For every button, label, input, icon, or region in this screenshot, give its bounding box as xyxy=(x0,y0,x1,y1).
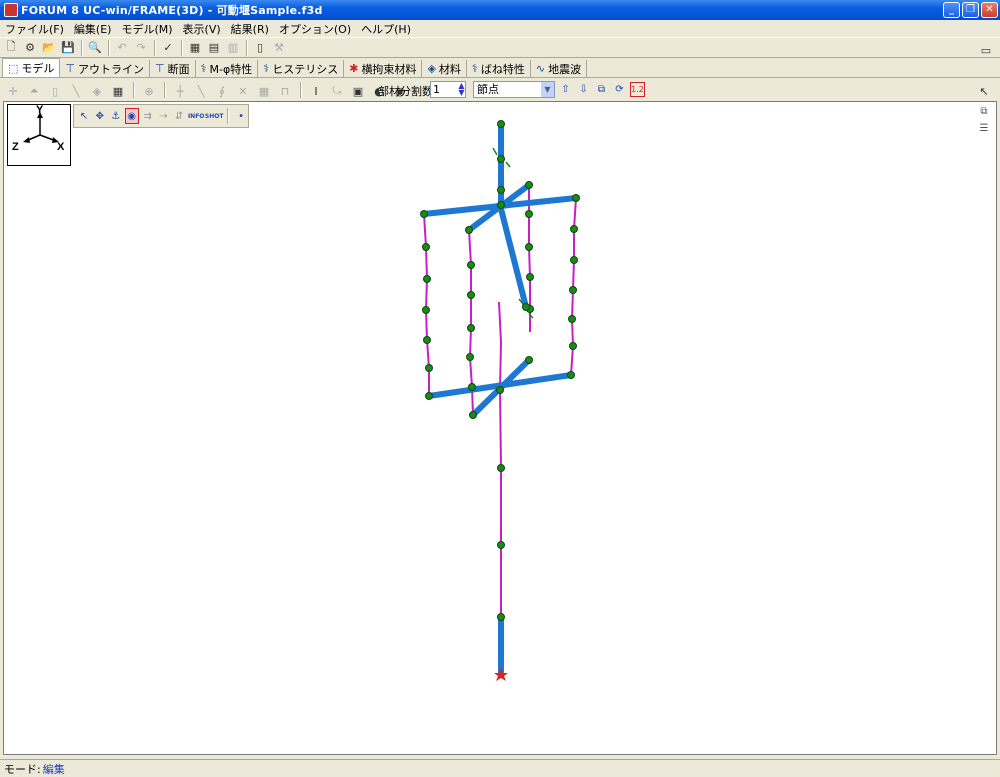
delete-icon[interactable]: ▯ xyxy=(46,82,64,100)
model-icon: ⬚ xyxy=(8,61,19,75)
model-toolbar: ✛ ⏶ ▯ ╲ ◈ ▦ ⊕ ┼ ╲ ∮ ✕ ▦ ⊓ I ⤿ ▣ ◐ ◉ 部材分割… xyxy=(0,79,1000,101)
add-node-icon[interactable]: ✛ xyxy=(4,82,22,100)
tab-m-phi[interactable]: ⚕ M-φ特性 xyxy=(196,60,259,77)
report-icon[interactable]: ▤ xyxy=(205,39,223,57)
menu-help[interactable]: ヘルプ(H) xyxy=(356,21,416,37)
i-beam-icon[interactable]: I xyxy=(307,82,325,100)
app-icon xyxy=(4,3,18,17)
open-folder-icon[interactable]: 📂 xyxy=(40,39,58,57)
support-marker xyxy=(494,668,508,681)
mode-label: モード: xyxy=(4,762,41,776)
main-toolbar: 🗋 ⚙ 📂 💾 🔍 ↶ ↷ ✓ ▦ ▤ ▥ ▯ ⚒ ▭ xyxy=(0,37,1000,58)
division-label: 部材分割数 xyxy=(378,85,433,98)
grid-icon[interactable]: ▦ xyxy=(255,82,273,100)
split-icon[interactable]: ┼ xyxy=(171,82,189,100)
outline-icon: ⊤ xyxy=(65,62,75,75)
spring-support-icon[interactable]: ∮ xyxy=(213,82,231,100)
title-bar: FORUM 8 UC-win/FRAME(3D) - 可動堰Sample.f3d… xyxy=(0,0,1000,20)
tab-spring[interactable]: ⚕ ばね特性 xyxy=(467,60,531,77)
seismic-wave-icon: ∿ xyxy=(535,62,546,75)
menu-bar: ファイル(F) 編集(E) モデル(M) 表示(V) 結果(R) オプション(O… xyxy=(0,20,1000,37)
status-bar: モード: 編集 xyxy=(0,759,1000,777)
image-icon[interactable]: ▣ xyxy=(349,82,367,100)
hysteresis-icon: ⚕ xyxy=(263,62,270,75)
model-viewport[interactable]: Y Z X ↖ ✥ ⚓ ◉ ⇉ ⇢ ⇵ INFO SHOT • ⧉ ☰ xyxy=(3,101,997,755)
chevron-down-icon[interactable]: ▼ xyxy=(541,82,554,97)
tab-lateral-confinement[interactable]: ✱ 横拘束材料 xyxy=(344,60,423,77)
support-icon[interactable]: ⊕ xyxy=(140,82,158,100)
menu-file[interactable]: ファイル(F) xyxy=(0,21,69,37)
move-down-icon[interactable]: ⇩ xyxy=(576,82,591,97)
mode-value: 編集 xyxy=(42,762,65,776)
calculate-icon[interactable]: ▦ xyxy=(186,39,204,57)
print-preview-icon[interactable]: 🔍 xyxy=(86,39,104,57)
undo-icon[interactable]: ↶ xyxy=(113,39,131,57)
division-spinner[interactable]: ▲ ▼ xyxy=(457,82,466,97)
tab-material[interactable]: ◈ 材料 xyxy=(422,60,467,77)
merge-icon[interactable]: ╲ xyxy=(192,82,210,100)
add-member-icon[interactable]: ⏶ xyxy=(25,82,43,100)
diagonal-arm xyxy=(497,202,529,310)
tab-bar: ⬚ モデル ⊤ アウトライン ⊤ 断面 ⚕ M-φ特性 ⚕ ヒステリシス ✱ 横… xyxy=(0,58,1000,78)
cross-icon[interactable]: ✕ xyxy=(234,82,252,100)
menu-view[interactable]: 表示(V) xyxy=(178,21,226,37)
window-title: FORUM 8 UC-win/FRAME(3D) - 可動堰Sample.f3d xyxy=(21,4,323,17)
spring-icon: ⚕ xyxy=(471,62,478,75)
maximize-button[interactable]: ❐ xyxy=(962,2,979,18)
rotate-icon[interactable]: ⤿ xyxy=(328,82,346,100)
copy-icon[interactable]: ⧉ xyxy=(594,82,609,97)
frame-icon[interactable]: ⊓ xyxy=(276,82,294,100)
settings-icon[interactable]: ⚒ xyxy=(270,39,288,57)
scale-icon[interactable]: 1.2 xyxy=(630,82,645,97)
move-up-icon[interactable]: ⇧ xyxy=(558,82,573,97)
app-window: FORUM 8 UC-win/FRAME(3D) - 可動堰Sample.f3d… xyxy=(0,0,1000,777)
material-icon: ◈ xyxy=(427,62,436,75)
tab-outline[interactable]: ⊤ アウトライン xyxy=(60,60,150,77)
tab-section[interactable]: ⊤ 断面 xyxy=(150,60,196,77)
redo-icon[interactable]: ↷ xyxy=(132,39,150,57)
pin-icon[interactable]: ◈ xyxy=(88,82,106,100)
calculator-icon[interactable]: ▯ xyxy=(251,39,269,57)
menu-option[interactable]: オプション(O) xyxy=(274,21,356,37)
node-select[interactable]: 節点 ▼ xyxy=(473,81,555,98)
spring-members xyxy=(423,185,577,672)
frame-model xyxy=(420,120,580,681)
minimize-button[interactable]: _ xyxy=(943,2,960,18)
m-phi-icon: ⚕ xyxy=(200,62,207,75)
close-button[interactable]: ✕ xyxy=(981,2,998,18)
node-select-value: 節点 xyxy=(477,83,499,96)
help-window-icon[interactable]: ▭ xyxy=(977,41,995,59)
film-icon[interactable]: ▦ xyxy=(109,82,127,100)
save-icon[interactable]: 💾 xyxy=(59,39,77,57)
new-file-icon[interactable]: 🗋 xyxy=(2,39,20,57)
refresh-icon[interactable]: ⟳ xyxy=(612,82,627,97)
tab-hysteresis[interactable]: ⚕ ヒステリシス xyxy=(258,60,345,77)
menu-edit[interactable]: 編集(E) xyxy=(69,21,117,37)
export-icon[interactable]: ▥ xyxy=(224,39,242,57)
check-icon[interactable]: ✓ xyxy=(159,39,177,57)
wizard-icon[interactable]: ⚙ xyxy=(21,39,39,57)
pointer-icon[interactable]: ↖ xyxy=(975,82,993,100)
section-icon: ⊤ xyxy=(155,62,165,75)
tab-model[interactable]: ⬚ モデル xyxy=(2,58,61,77)
menu-model[interactable]: モデル(M) xyxy=(116,21,177,37)
lateral-confinement-icon: ✱ xyxy=(349,62,359,75)
menu-result[interactable]: 結果(R) xyxy=(226,21,274,37)
tab-seismic-wave[interactable]: ∿ 地震波 xyxy=(531,60,588,77)
line-icon[interactable]: ╲ xyxy=(67,82,85,100)
